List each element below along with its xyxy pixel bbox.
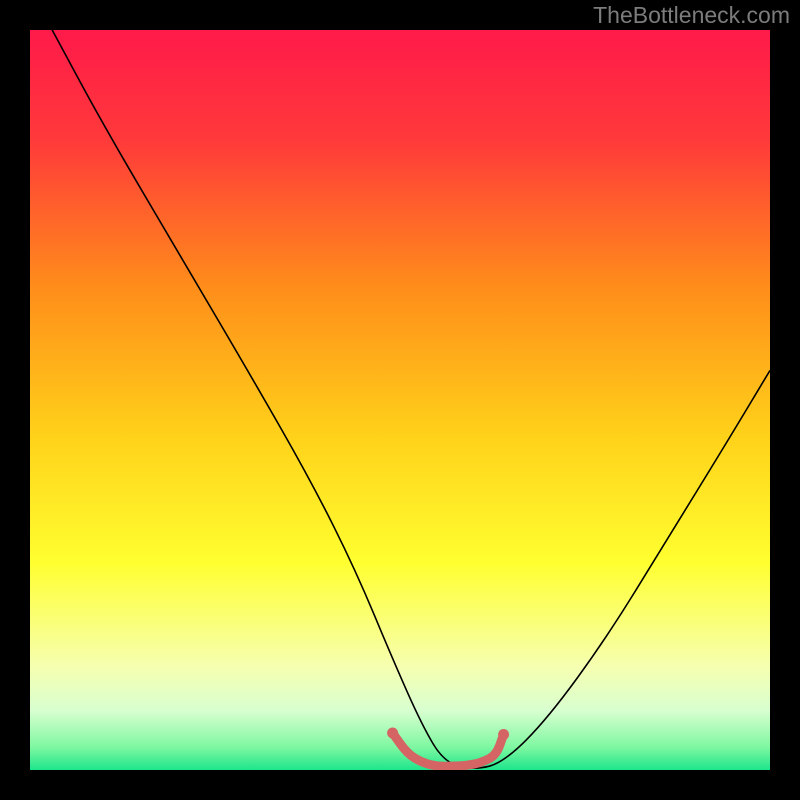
highlight-end-dot [387, 728, 398, 739]
gradient-background [30, 30, 770, 770]
plot-area [30, 30, 770, 770]
watermark-text: TheBottleneck.com [593, 2, 790, 29]
chart-svg [30, 30, 770, 770]
highlight-end-dot [498, 729, 509, 740]
chart-outer: TheBottleneck.com [0, 0, 800, 800]
